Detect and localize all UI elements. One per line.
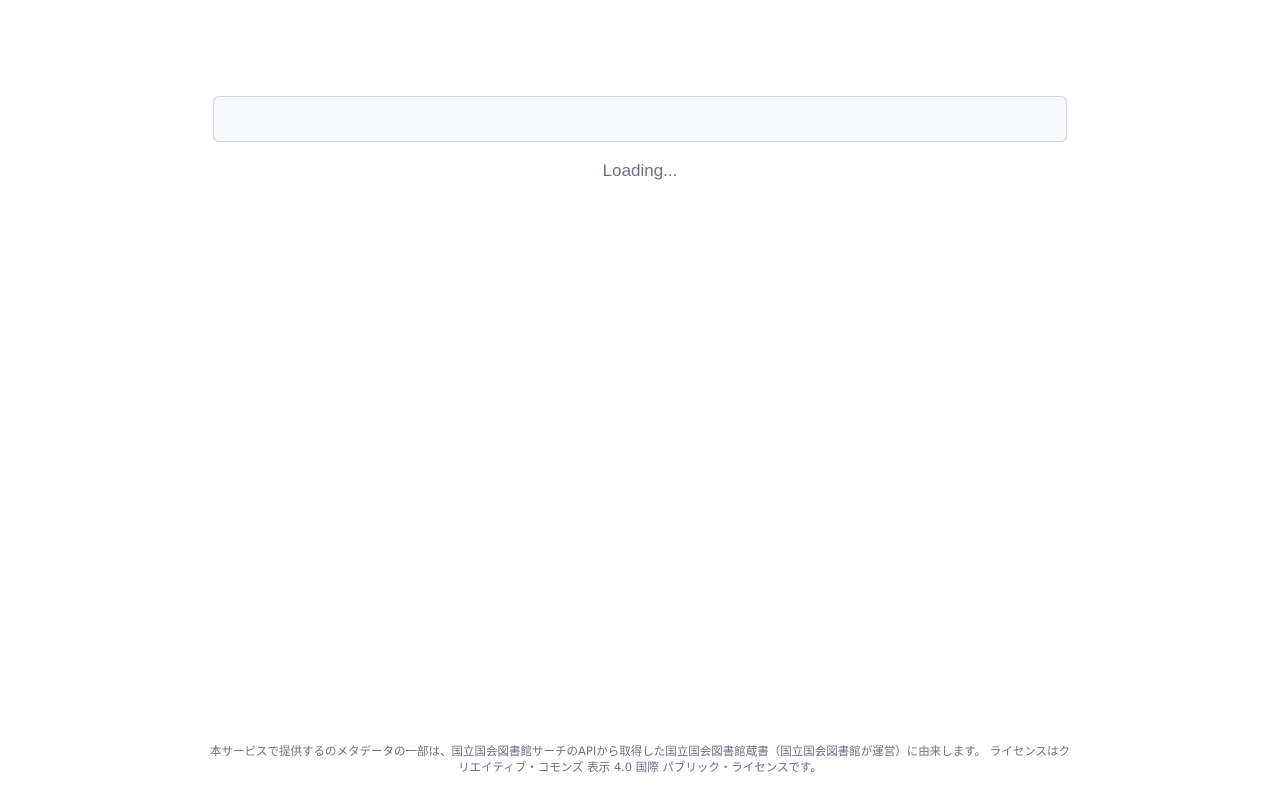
app-root: Loading... 本サービスで提供するのメタデータの一部は、国立国会図書館サ… bbox=[0, 0, 1280, 800]
search-input[interactable] bbox=[213, 96, 1067, 142]
loading-indicator: Loading... bbox=[602, 161, 678, 180]
footer-attribution: 本サービスで提供するのメタデータの一部は、国立国会図書館サーチのAPIから取得し… bbox=[210, 744, 1070, 774]
search-container bbox=[213, 96, 1067, 142]
